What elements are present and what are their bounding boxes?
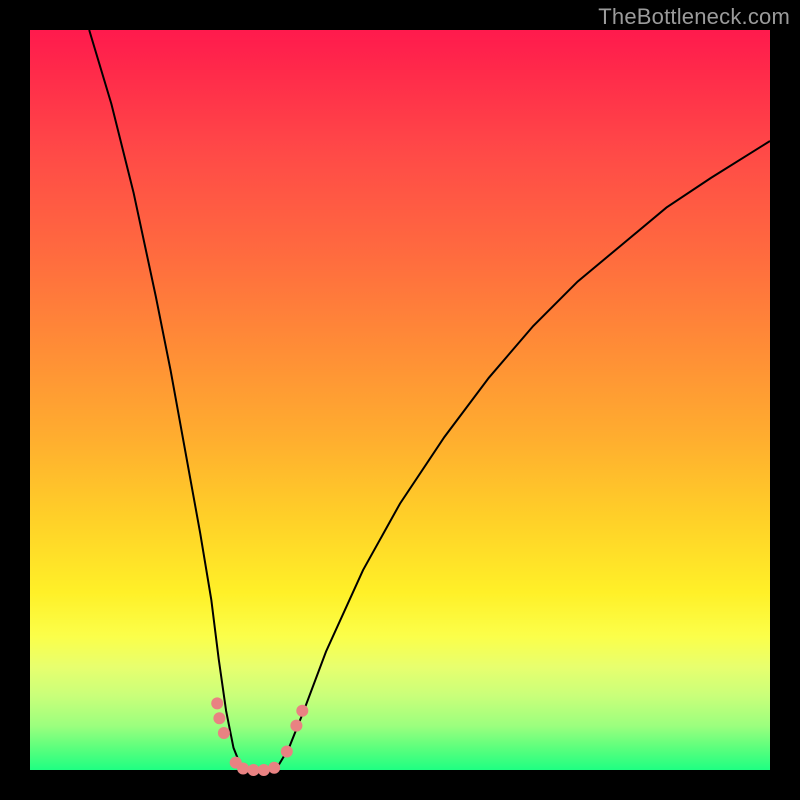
chart-frame: TheBottleneck.com: [0, 0, 800, 800]
curve-marker: [268, 762, 280, 774]
curve-marker: [281, 746, 293, 758]
curve-marker: [248, 764, 260, 776]
watermark-text: TheBottleneck.com: [598, 4, 790, 30]
curve-marker: [218, 727, 230, 739]
curve-marker: [258, 764, 270, 776]
curve-marker: [237, 763, 249, 775]
curve-marker: [213, 712, 225, 724]
curve-path: [89, 30, 770, 770]
curve-marker: [290, 720, 302, 732]
curve-marker: [296, 705, 308, 717]
bottleneck-curve: [30, 30, 770, 770]
plot-area: [30, 30, 770, 770]
curve-marker: [211, 697, 223, 709]
